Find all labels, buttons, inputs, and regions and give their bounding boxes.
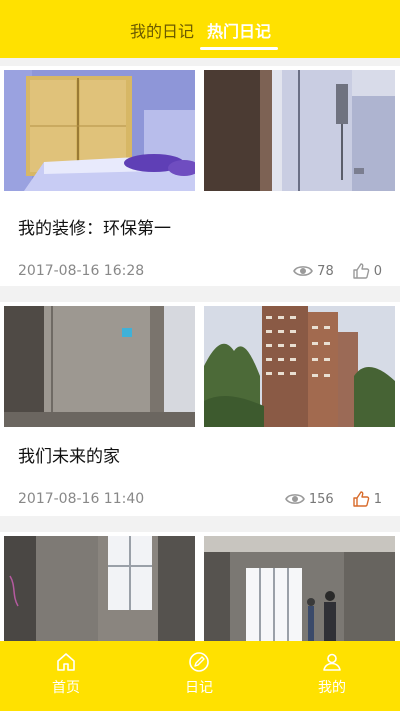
eye-icon xyxy=(284,492,305,506)
diary-card[interactable] xyxy=(0,532,400,641)
tab-hot-diary[interactable]: 热门日记 xyxy=(207,18,271,42)
view-count: 156 xyxy=(308,491,334,507)
nav-mine-label: 我的 xyxy=(318,680,346,696)
eye-icon xyxy=(293,264,314,278)
diary-photo[interactable] xyxy=(4,536,195,641)
diary-stats: 78 0 xyxy=(293,262,382,280)
top-bar: 我的日记 热门日记 xyxy=(0,0,400,58)
like-count: 1 xyxy=(373,491,382,507)
nav-home-label: 首页 xyxy=(52,680,80,696)
diary-date: 2017-08-16 16:28 xyxy=(18,263,145,279)
diary-title[interactable]: 我的装修：环保第一 xyxy=(18,214,171,239)
like-count: 0 xyxy=(373,263,382,279)
nav-diary[interactable]: 日记 xyxy=(169,651,229,697)
diary-card[interactable]: 我的装修：环保第一 2017-08-16 16:28 78 0 xyxy=(0,66,400,286)
thumbs-up-icon[interactable] xyxy=(352,262,370,280)
diary-stats: 156 1 xyxy=(284,490,382,508)
diary-card[interactable]: 我们未来的家 2017-08-16 11:40 156 1 xyxy=(0,302,400,516)
nav-diary-label: 日记 xyxy=(185,680,213,696)
pencil-circle-icon xyxy=(189,652,209,672)
bottom-nav: 首页 日记 我的 xyxy=(0,641,400,711)
diary-photo[interactable] xyxy=(4,306,195,427)
diary-title[interactable]: 我们未来的家 xyxy=(18,442,120,467)
diary-date: 2017-08-16 11:40 xyxy=(18,491,145,507)
view-count: 78 xyxy=(317,263,334,279)
user-icon xyxy=(323,653,341,671)
diary-photo[interactable] xyxy=(204,306,395,427)
tab-my-diary[interactable]: 我的日记 xyxy=(130,18,194,42)
nav-mine[interactable]: 我的 xyxy=(302,651,362,697)
diary-photo[interactable] xyxy=(4,70,195,191)
active-tab-indicator xyxy=(200,47,278,50)
thumbs-up-icon[interactable] xyxy=(352,490,370,508)
home-icon xyxy=(57,653,75,671)
nav-home[interactable]: 首页 xyxy=(36,651,96,697)
diary-photo[interactable] xyxy=(204,70,395,191)
diary-photo[interactable] xyxy=(204,536,395,641)
diary-feed[interactable]: 我的装修：环保第一 2017-08-16 16:28 78 0 我们未来的家 2… xyxy=(0,58,400,641)
